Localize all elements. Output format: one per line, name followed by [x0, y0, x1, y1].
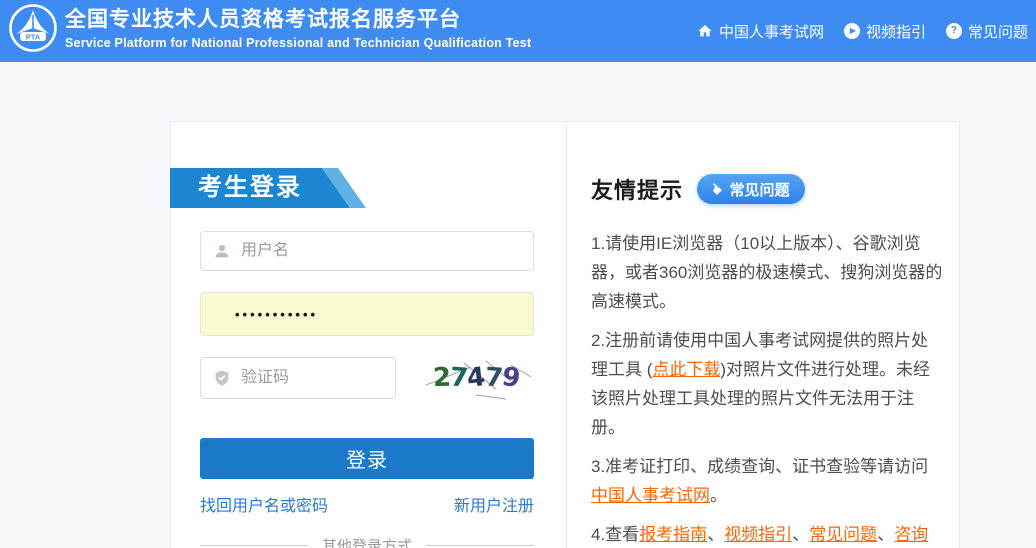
svg-text:PTA: PTA: [26, 32, 41, 41]
tip-link[interactable]: 视频指引: [724, 525, 792, 544]
tip-link[interactable]: 点此下载: [652, 360, 720, 379]
play-circle-icon: ▶: [844, 23, 860, 39]
tip-link[interactable]: 常见问题: [809, 525, 877, 544]
captcha-digit: 9: [500, 364, 521, 393]
tip-link[interactable]: 报考指南: [639, 525, 707, 544]
captcha-field: [200, 357, 396, 399]
tip-item: 3.准考证打印、成绩查询、证书查验等请访问中国人事考试网。: [591, 452, 945, 510]
login-panel-title: 考生登录: [170, 168, 380, 208]
shield-check-icon: [213, 369, 231, 387]
login-panel: 考生登录 27479 登录 找回用户名或: [171, 122, 566, 548]
home-icon: [697, 23, 713, 39]
pointing-hand-icon: ☚: [705, 178, 727, 200]
nav-label: 视频指引: [866, 21, 926, 42]
password-field: [200, 292, 534, 336]
page-title: 全国专业技术人员资格考试报名服务平台: [65, 7, 531, 33]
register-link[interactable]: 新用户注册: [454, 492, 534, 516]
username-field: [200, 231, 534, 271]
nav-faq[interactable]: ? 常见问题: [946, 21, 1028, 42]
captcha-input[interactable]: [241, 369, 395, 387]
main-card: 考生登录 27479 登录 找回用户名或: [170, 121, 960, 548]
divider-line: [200, 545, 308, 546]
other-login-label: 其他登录方式: [322, 535, 412, 548]
username-input[interactable]: [241, 242, 533, 260]
login-button[interactable]: 登录: [200, 438, 534, 479]
nav-label: 常见问题: [968, 21, 1028, 42]
faq-pill-button[interactable]: ☚ 常见问题: [697, 174, 805, 204]
nav-china-personnel-exam-site[interactable]: 中国人事考试网: [697, 21, 824, 42]
tips-header: 友情提示 ☚ 常见问题: [591, 173, 805, 205]
question-circle-icon: ?: [946, 23, 962, 39]
captcha-digit: 2: [433, 365, 451, 392]
nav-video-guide[interactable]: ▶ 视频指引: [844, 21, 926, 42]
password-input[interactable]: [201, 307, 533, 322]
app-header: PTA 全国专业技术人员资格考试报名服务平台 Service Platform …: [0, 0, 1036, 62]
tip-item: 1.请使用IE浏览器（10以上版本）、谷歌浏览器，或者360浏览器的极速模式、搜…: [591, 229, 945, 316]
tip-link[interactable]: 中国人事考试网: [591, 486, 710, 505]
tips-list: 1.请使用IE浏览器（10以上版本）、谷歌浏览器，或者360浏览器的极速模式、搜…: [591, 229, 945, 548]
other-login-divider: 其他登录方式: [200, 535, 534, 548]
header-nav: 中国人事考试网 ▶ 视频指引 ? 常见问题: [697, 0, 1028, 62]
login-panel-ribbon: 考生登录: [170, 168, 380, 208]
faq-pill-label: 常见问题: [729, 179, 789, 200]
captcha-digit: 4: [466, 364, 486, 392]
tip-item: 4.查看报考指南、视频指引、常见问题、咨询电话。: [591, 520, 945, 548]
tip-item: 2.注册前请使用中国人事考试网提供的照片处理工具 (点此下载)对照片文件进行处理…: [591, 326, 945, 442]
login-links: 找回用户名或密码 新用户注册: [200, 492, 534, 516]
divider-line: [426, 545, 534, 546]
pta-logo-icon: PTA: [8, 3, 58, 53]
tips-panel: 友情提示 ☚ 常见问题 1.请使用IE浏览器（10以上版本）、谷歌浏览器，或者3…: [566, 122, 959, 548]
user-icon: [213, 242, 231, 260]
captcha-image[interactable]: 27479: [416, 355, 536, 401]
tips-title: 友情提示: [591, 173, 683, 205]
nav-label: 中国人事考试网: [719, 21, 824, 42]
page-subtitle: Service Platform for National Profession…: [65, 36, 531, 50]
forgot-credentials-link[interactable]: 找回用户名或密码: [200, 492, 328, 516]
